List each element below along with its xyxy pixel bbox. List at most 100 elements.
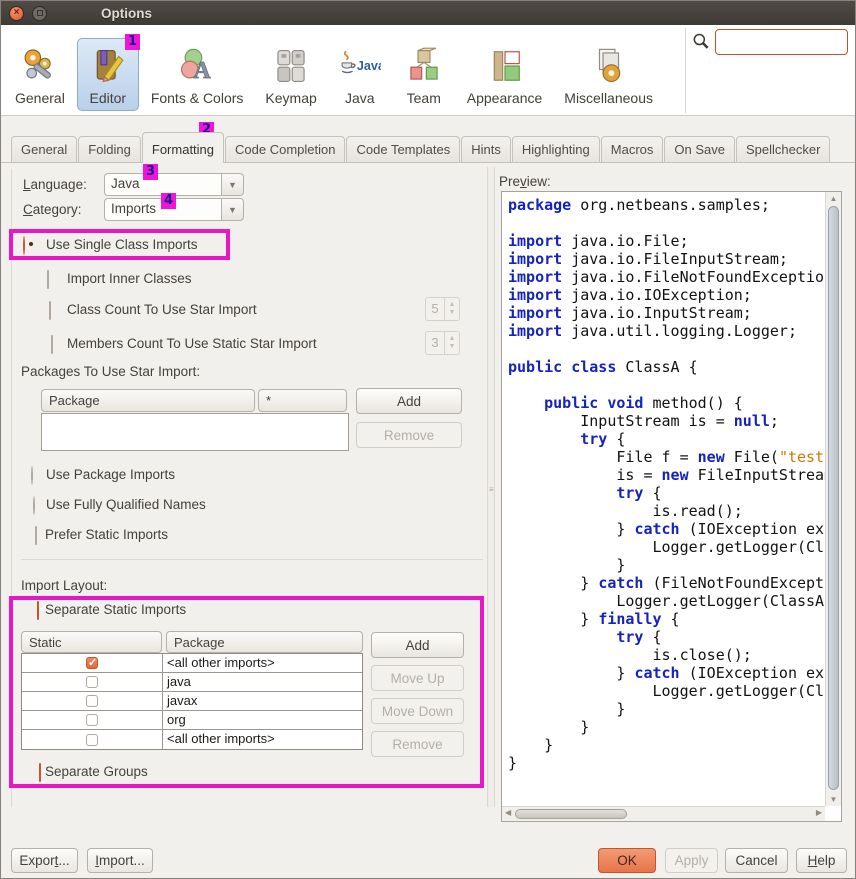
tab-spellchecker[interactable]: Spellchecker (736, 136, 830, 163)
cubes-icon (403, 44, 445, 88)
svg-text:A: A (194, 58, 211, 84)
gears-wrench-icon (19, 44, 61, 88)
toolbar-item-keymap[interactable]: Keymap (255, 38, 326, 111)
toolbar-item-miscellaneous[interactable]: Miscellaneous (554, 38, 663, 111)
prefer-static-imports-checkbox[interactable] (35, 526, 37, 545)
table-row[interactable]: <all other imports> (22, 654, 362, 673)
spinner-arrows-icon[interactable]: ▲▼ (445, 331, 460, 355)
layout-add-button[interactable]: Add (371, 632, 464, 658)
packages-table-body[interactable] (41, 413, 349, 451)
class-count-checkbox[interactable] (49, 301, 51, 320)
apply-button[interactable]: Apply (665, 848, 718, 873)
window-title: Options (101, 6, 152, 21)
spinner-arrows-icon[interactable]: ▲▼ (445, 297, 460, 321)
chevron-down-icon[interactable]: ▼ (221, 173, 244, 196)
tab-formatting[interactable]: Formatting (142, 132, 224, 163)
packages-remove-button[interactable]: Remove (356, 422, 462, 448)
panel-splitter[interactable]: ≡ (487, 167, 495, 807)
toolbar-item-fonts-colors[interactable]: A Fonts & Colors (141, 38, 254, 111)
row-package-cell[interactable]: org (163, 711, 362, 729)
table-row[interactable]: java (22, 673, 362, 692)
toolbar-item-team[interactable]: Team (393, 38, 455, 111)
tab-hints[interactable]: Hints (461, 136, 511, 163)
layout-table-header-package[interactable]: Package (166, 631, 363, 653)
class-count-spinner[interactable]: 5 ▲▼ (425, 297, 460, 321)
row-package-cell[interactable]: javax (163, 692, 362, 710)
search-input[interactable] (715, 29, 848, 55)
separate-static-imports-checkbox[interactable] (37, 601, 39, 620)
scroll-left-icon[interactable]: ◀ (505, 808, 511, 817)
horizontal-scrollbar[interactable]: ◀ ▶ (502, 806, 825, 821)
tab-code-templates[interactable]: Code Templates (346, 136, 460, 163)
vertical-scrollbar-thumb[interactable] (828, 206, 839, 790)
tab-macros[interactable]: Macros (601, 136, 664, 163)
packages-to-use-star-import-label: Packages To Use Star Import: (21, 364, 200, 379)
titlebar: × Options (1, 1, 856, 25)
prefer-static-imports-label: Prefer Static Imports (45, 527, 168, 542)
help-button[interactable]: Help (796, 848, 847, 873)
layout-remove-button[interactable]: Remove (371, 731, 464, 757)
toolbar-item-label: Miscellaneous (564, 90, 653, 106)
horizontal-scrollbar-thumb[interactable] (515, 809, 627, 819)
separate-static-imports-label: Separate Static Imports (45, 602, 186, 617)
table-row[interactable]: org (22, 711, 362, 730)
use-fully-qualified-radio[interactable] (33, 496, 35, 515)
tab-folding[interactable]: Folding (78, 136, 141, 163)
import-inner-classes-checkbox[interactable] (47, 270, 49, 289)
tab-on-save[interactable]: On Save (664, 136, 735, 163)
import-button[interactable]: Import... (87, 848, 153, 873)
tab-code-completion[interactable]: Code Completion (225, 136, 345, 163)
cancel-button[interactable]: Cancel (725, 848, 788, 873)
separate-groups-checkbox[interactable] (39, 763, 41, 782)
tab-highlighting[interactable]: Highlighting (512, 136, 600, 163)
row-static-checkbox[interactable] (86, 695, 98, 707)
toolbar-item-label: Keymap (265, 90, 316, 106)
export-button[interactable]: Export... (11, 848, 78, 873)
layout-move-down-button[interactable]: Move Down (371, 698, 464, 724)
scroll-right-icon[interactable]: ▶ (816, 808, 822, 817)
toolbar-item-label: Team (407, 90, 441, 106)
row-static-checkbox[interactable] (86, 714, 98, 726)
vertical-scrollbar[interactable]: ▲ ▼ (825, 192, 841, 806)
row-static-checkbox[interactable] (86, 734, 98, 746)
scroll-up-icon[interactable]: ▲ (826, 194, 841, 203)
toolbar-item-java[interactable]: Java Java (329, 38, 391, 111)
members-count-checkbox[interactable] (51, 335, 53, 354)
use-package-imports-radio[interactable] (31, 466, 33, 485)
tab-general[interactable]: General (11, 136, 77, 163)
row-package-cell[interactable]: <all other imports> (163, 730, 362, 749)
class-count-label: Class Count To Use Star Import (67, 302, 257, 317)
separate-groups-label: Separate Groups (45, 764, 148, 779)
toolbar-separator (685, 28, 686, 113)
scroll-down-icon[interactable]: ▼ (826, 795, 841, 804)
keyboard-keys-icon (270, 44, 312, 88)
use-fully-qualified-label: Use Fully Qualified Names (46, 497, 206, 512)
use-package-imports-label: Use Package Imports (46, 467, 175, 482)
svg-text:Java: Java (357, 59, 381, 73)
packages-table-header-star[interactable]: * (258, 389, 347, 412)
toolbar-item-appearance[interactable]: Appearance (457, 38, 553, 111)
packages-add-button[interactable]: Add (356, 388, 462, 414)
packages-table-header-package[interactable]: Package (41, 389, 255, 412)
layout-move-up-button[interactable]: Move Up (371, 665, 464, 691)
chevron-down-icon[interactable]: ▼ (221, 198, 244, 221)
table-row[interactable]: javax (22, 692, 362, 711)
preview-code[interactable]: package org.netbeans.samples; import jav… (502, 192, 825, 806)
row-package-cell[interactable]: java (163, 673, 362, 691)
layout-table-body: <all other imports> java javax org <all … (21, 653, 363, 750)
letter-a-colors-icon: A (176, 44, 218, 88)
table-row[interactable]: <all other imports> (22, 730, 362, 749)
window-close-button[interactable]: × (9, 6, 24, 21)
use-single-class-imports-radio[interactable] (23, 236, 25, 255)
ok-button[interactable]: OK (598, 848, 656, 873)
members-count-label: Members Count To Use Static Star Import (67, 336, 317, 351)
window-maximize-button[interactable] (32, 6, 47, 21)
row-package-cell[interactable]: <all other imports> (163, 654, 362, 672)
files-gear-icon (588, 44, 630, 88)
members-count-spinner[interactable]: 3 ▲▼ (425, 331, 460, 355)
toolbar-item-general[interactable]: General (5, 38, 75, 111)
layout-table-header-static[interactable]: Static (21, 631, 162, 653)
row-static-checkbox[interactable] (86, 676, 98, 688)
row-static-checkbox[interactable] (86, 657, 98, 669)
section-divider (21, 559, 483, 560)
